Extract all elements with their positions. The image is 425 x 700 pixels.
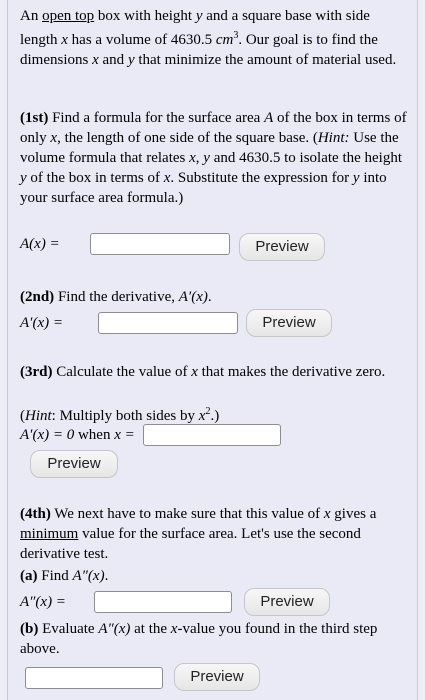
step3-preview-button[interactable]: Preview: [30, 450, 118, 478]
step3-label: A′(x) = 0 when x =: [20, 426, 135, 443]
open-top-text: open top: [42, 8, 95, 24]
step2-label: A′(x) =: [20, 314, 63, 331]
step2-preview-button[interactable]: Preview: [246, 309, 332, 337]
step3-hint: (Hint: Multiply both sides by x2.): [20, 406, 220, 424]
step1-label: A(x) =: [20, 235, 60, 252]
problem-panel: An open top box with height y and a squa…: [7, 0, 418, 700]
step3-text: (3rd) Calculate the value of x that make…: [20, 364, 386, 380]
intro-text: An open top box with height y and a squa…: [20, 8, 397, 68]
step4a-text: (a) Find A″(x).: [20, 568, 109, 584]
step4a-label: A″(x) =: [20, 593, 66, 610]
step1-answer-input[interactable]: [90, 233, 230, 255]
step4b-answer-input[interactable]: [25, 667, 163, 689]
step1-preview-button[interactable]: Preview: [239, 233, 325, 261]
step4b-preview-button[interactable]: Preview: [174, 663, 260, 691]
step2-answer-input[interactable]: [98, 312, 238, 334]
step4b-text: (b) Evaluate A″(x) at the x-value you fo…: [20, 621, 378, 657]
step2-text: (2nd) Find the derivative, A′(x).: [20, 289, 212, 305]
step4a-preview-button[interactable]: Preview: [244, 588, 330, 616]
step3-answer-input[interactable]: [142, 424, 281, 446]
step4-text: (4th) We next have to make sure that thi…: [20, 506, 377, 562]
step1-text: (1st) Find a formula for the surface are…: [20, 110, 407, 206]
step4a-answer-input[interactable]: [94, 591, 232, 613]
